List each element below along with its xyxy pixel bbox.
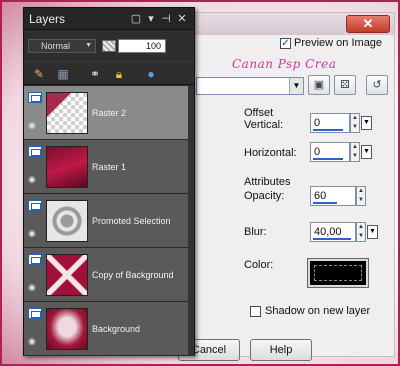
- blur-spinner[interactable]: ▲ ▼: [356, 222, 366, 242]
- preview-on-image-option[interactable]: ✓ Preview on Image: [280, 37, 382, 49]
- horizontal-label: Horizontal:: [244, 147, 297, 159]
- horizontal-slider-bar[interactable]: [313, 158, 343, 160]
- layers-title: Layers: [29, 12, 66, 26]
- vertical-slider-bar[interactable]: [313, 129, 343, 131]
- new-mask-layer-icon[interactable]: ▦: [54, 65, 72, 83]
- raster-layer-icon: [28, 308, 42, 319]
- horizontal-dropdown-icon[interactable]: ▼: [361, 145, 372, 159]
- pin-icon[interactable]: ⊣: [160, 12, 172, 25]
- horizontal-spinner[interactable]: ▲ ▼: [350, 142, 360, 162]
- dice-icon: ⚄: [340, 79, 350, 91]
- vertical-input[interactable]: 0: [310, 113, 350, 133]
- layer-thumbnail: [46, 200, 88, 242]
- layers-scrollbar[interactable]: [188, 86, 194, 356]
- layer-name: Raster 2: [92, 108, 127, 118]
- layer-name: Background: [92, 324, 141, 334]
- shadow-on-new-layer-checkbox[interactable]: [250, 305, 261, 317]
- layers-titlebar[interactable]: Layers ▢ ▾ ⊣ ✕: [24, 8, 194, 30]
- opacity-slider-bar[interactable]: [313, 202, 337, 204]
- visibility-eye-icon[interactable]: ◉: [28, 228, 36, 239]
- save-icon: ▣: [313, 79, 325, 91]
- chevron-down-icon: ▼: [85, 42, 92, 49]
- reset-button[interactable]: ↺: [366, 75, 388, 95]
- save-preset-button[interactable]: ▣: [308, 75, 330, 95]
- horizontal-value: 0: [314, 146, 321, 158]
- blur-input[interactable]: 40,00: [310, 222, 356, 242]
- screenshot-frame: ✕ ✓ Preview on Image Canan Psp Crea ▼ ▣ …: [0, 0, 400, 366]
- shadow-color-swatch[interactable]: [307, 258, 369, 288]
- dialog-titlebar: ✕: [188, 13, 394, 35]
- layer-thumbnail: [46, 308, 88, 350]
- vertical-dropdown-icon[interactable]: ▼: [361, 116, 372, 130]
- blur-dropdown-icon[interactable]: ▼: [367, 225, 378, 239]
- layers-list: ◉ Raster 2 ◉ Raster 1 ◉ Promoted Selecti…: [24, 86, 194, 356]
- opacity-spinner[interactable]: ▲ ▼: [356, 186, 366, 206]
- layer-row-raster-2[interactable]: ◉ Raster 2: [24, 86, 194, 140]
- raster-layer-icon: [28, 146, 42, 157]
- visibility-eye-icon[interactable]: ◉: [28, 336, 36, 347]
- layer-properties-bar: Normal ▼ 100: [24, 31, 194, 61]
- opacity-input[interactable]: 60: [310, 186, 356, 206]
- watermark-text: Canan Psp Crea: [232, 57, 337, 71]
- raster-layer-icon: [28, 200, 42, 211]
- offset-group-label: Offset: [244, 107, 274, 119]
- visibility-eye-icon[interactable]: ◉: [28, 120, 36, 131]
- window-icon[interactable]: ▢: [130, 12, 142, 25]
- shadow-on-new-layer-option[interactable]: Shadow on new layer: [250, 305, 370, 317]
- blur-slider-bar[interactable]: [313, 238, 351, 240]
- layer-row-promoted-selection[interactable]: ◉ Promoted Selection: [24, 194, 194, 248]
- layer-row-copy-of-background[interactable]: ◉ Copy of Background: [24, 248, 194, 302]
- opacity-icon: [102, 40, 116, 52]
- opacity-value: 60: [314, 190, 327, 202]
- blend-mode-dropdown[interactable]: Normal ▼: [28, 39, 96, 53]
- color-swatch-inner: [314, 265, 362, 281]
- layer-name: Promoted Selection: [92, 216, 171, 226]
- vertical-value: 0: [314, 117, 321, 129]
- vertical-label: Vertical:: [244, 119, 284, 131]
- close-icon[interactable]: ✕: [176, 12, 188, 25]
- layer-opacity-input[interactable]: 100: [118, 39, 166, 53]
- reset-icon: ↺: [372, 79, 382, 91]
- dropdown-icon[interactable]: ▾: [145, 12, 157, 25]
- help-button[interactable]: Help: [250, 339, 312, 361]
- attributes-group-label: Attributes: [244, 176, 291, 188]
- layer-thumbnail: [46, 146, 88, 188]
- raster-layer-icon: [28, 254, 42, 265]
- layer-thumbnail: [46, 254, 88, 296]
- horizontal-input[interactable]: 0: [310, 142, 350, 162]
- opacity-label: Opacity:: [244, 190, 285, 202]
- randomize-button[interactable]: ⚄: [334, 75, 356, 95]
- chevron-down-icon[interactable]: ▼: [289, 78, 303, 94]
- layers-palette: Layers ▢ ▾ ⊣ ✕ Normal ▼ 100 ✎ ▦ ⚭ 🔒︎ ● ◉: [23, 7, 195, 356]
- new-raster-layer-icon[interactable]: ✎: [30, 65, 48, 83]
- preview-label: Preview on Image: [294, 37, 383, 49]
- layer-name: Raster 1: [92, 162, 127, 172]
- link-icon[interactable]: ⚭: [86, 65, 104, 83]
- vertical-spinner[interactable]: ▲ ▼: [350, 113, 360, 133]
- close-button[interactable]: ✕: [346, 15, 390, 33]
- shadow-on-new-layer-label: Shadow on new layer: [265, 305, 371, 317]
- preset-dropdown[interactable]: ▼: [196, 77, 304, 95]
- color-label: Color:: [244, 259, 274, 271]
- raster-layer-icon: [28, 92, 42, 103]
- layer-row-raster-1[interactable]: ◉ Raster 1: [24, 140, 194, 194]
- blend-mode-value: Normal: [41, 41, 71, 51]
- blur-value: 40,00: [314, 226, 342, 238]
- lock-icon[interactable]: 🔒︎: [110, 65, 128, 83]
- drop-shadow-dialog: ✕ ✓ Preview on Image Canan Psp Crea ▼ ▣ …: [178, 12, 395, 361]
- visibility-eye-icon[interactable]: ◉: [28, 282, 36, 293]
- visibility-eye-icon[interactable]: ◉: [28, 174, 36, 185]
- layer-row-background[interactable]: ◉ Background: [24, 302, 194, 356]
- merge-icon[interactable]: ●: [142, 65, 160, 83]
- blur-label: Blur:: [244, 226, 267, 238]
- layer-thumbnail: [46, 92, 88, 134]
- layers-toolbar: ✎ ▦ ⚭ 🔒︎ ●: [24, 61, 194, 85]
- preview-checkbox[interactable]: ✓: [280, 37, 291, 49]
- layer-name: Copy of Background: [92, 270, 174, 280]
